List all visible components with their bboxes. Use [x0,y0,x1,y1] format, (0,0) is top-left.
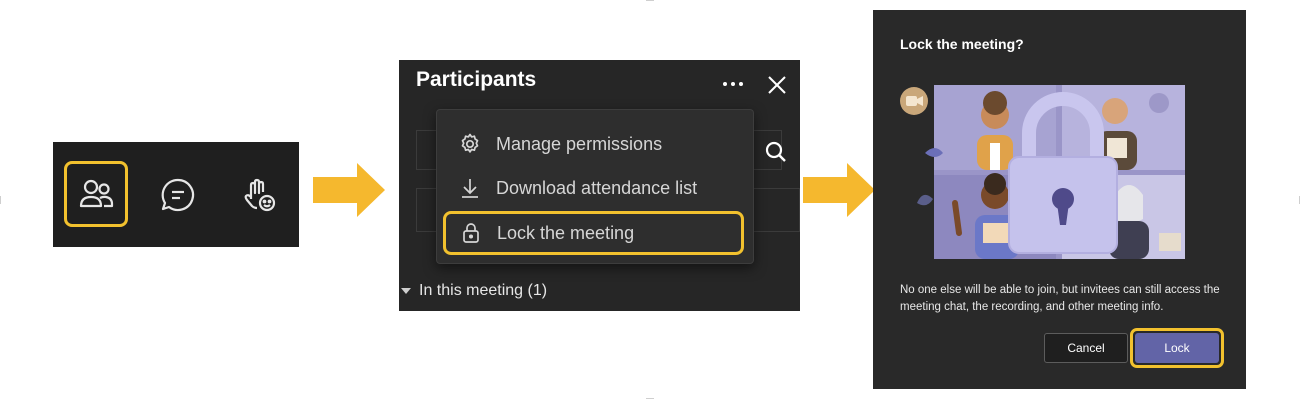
arrow-right-icon [803,163,875,217]
menu-item-label: Download attendance list [496,177,698,198]
raise-hand-react-icon [244,178,276,212]
more-options-menu: Manage permissions Download attendance l… [436,109,754,264]
meeting-toolbar [53,142,299,247]
close-icon[interactable] [767,75,787,95]
more-options-icon[interactable] [721,74,745,94]
lock-button-highlight [1130,328,1224,368]
gear-icon [457,131,483,157]
in-meeting-section[interactable]: In this meeting (1) [399,282,547,300]
lock-meeting-illustration [900,85,1185,259]
participants-button[interactable] [64,161,128,227]
menu-item-download-attendance[interactable]: Download attendance list [445,169,745,207]
menu-item-manage-permissions[interactable]: Manage permissions [445,125,745,163]
arrow-right-icon [313,163,385,217]
lock-icon [458,220,484,246]
react-button[interactable] [231,165,287,225]
chat-button[interactable] [150,165,206,225]
download-icon [457,175,483,201]
chat-icon [161,178,195,212]
menu-item-label: Lock the meeting [497,222,635,243]
participants-pane: Participants In this meeting (1) Manage … [399,60,800,311]
search-icon[interactable] [765,141,787,163]
menu-item-lock-meeting[interactable]: Lock the meeting [443,211,744,255]
cancel-button[interactable]: Cancel [1044,333,1128,363]
lock-meeting-dialog: Lock the meeting? No one else will be ab… [873,10,1246,389]
corner-mark [0,196,1,204]
in-meeting-label: In this meeting (1) [419,282,548,299]
corner-mark [646,398,654,399]
dialog-description: No one else will be able to join, but in… [900,284,1220,313]
participants-title: Participants [416,68,537,91]
dialog-title: Lock the meeting? [900,36,1024,52]
menu-item-label: Manage permissions [496,133,663,154]
people-icon [79,179,114,208]
corner-mark [646,0,654,1]
expand-triangle-icon [401,288,411,294]
